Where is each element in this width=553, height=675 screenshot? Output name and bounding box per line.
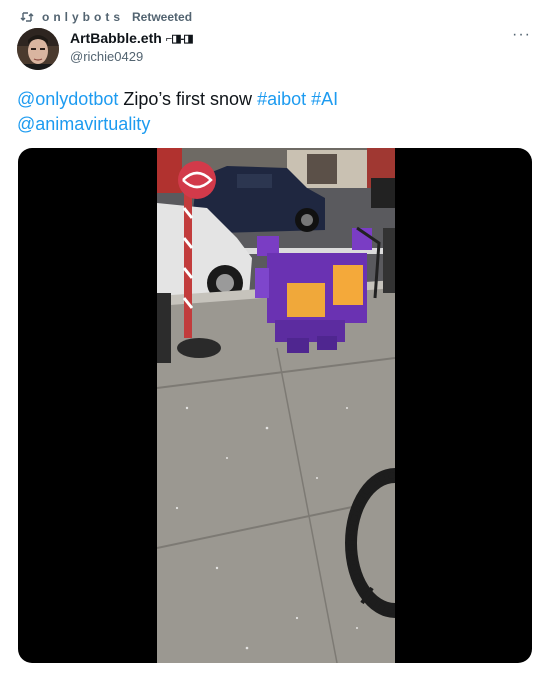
author-handle[interactable]: @richie0429: [70, 49, 193, 64]
more-options-icon[interactable]: ···: [512, 27, 531, 43]
retweet-header: onlybots Retweeted: [20, 8, 192, 26]
author-name-text: ArtBabble.eth: [70, 30, 162, 46]
author-block[interactable]: ArtBabble.eth ⌐◨-◨ @richie0429: [70, 30, 194, 64]
avatar[interactable]: [17, 28, 59, 70]
mention-link[interactable]: @animavirtuality: [17, 114, 150, 134]
retweeter-name[interactable]: onlybots: [42, 10, 124, 24]
hashtag-link[interactable]: #aibot: [257, 89, 306, 109]
mention-link[interactable]: @onlydotbot: [17, 89, 118, 109]
video-still: [157, 148, 395, 663]
tweet-card[interactable]: onlybots Retweeted ArtBabble.eth ⌐◨-◨ @r…: [0, 0, 553, 675]
tweet-text: @onlydotbot Zipo’s first snow #aibot #AI…: [17, 87, 527, 137]
tweet-body-text: Zipo’s first snow: [118, 89, 258, 109]
noggles-glyph: ⌐◨-◨: [165, 32, 194, 45]
hashtag-link[interactable]: #AI: [311, 89, 338, 109]
retweet-icon: [20, 12, 34, 22]
author-display-name[interactable]: ArtBabble.eth ⌐◨-◨: [70, 30, 194, 46]
retweeted-label: Retweeted: [132, 10, 193, 24]
video-media[interactable]: [18, 148, 532, 663]
